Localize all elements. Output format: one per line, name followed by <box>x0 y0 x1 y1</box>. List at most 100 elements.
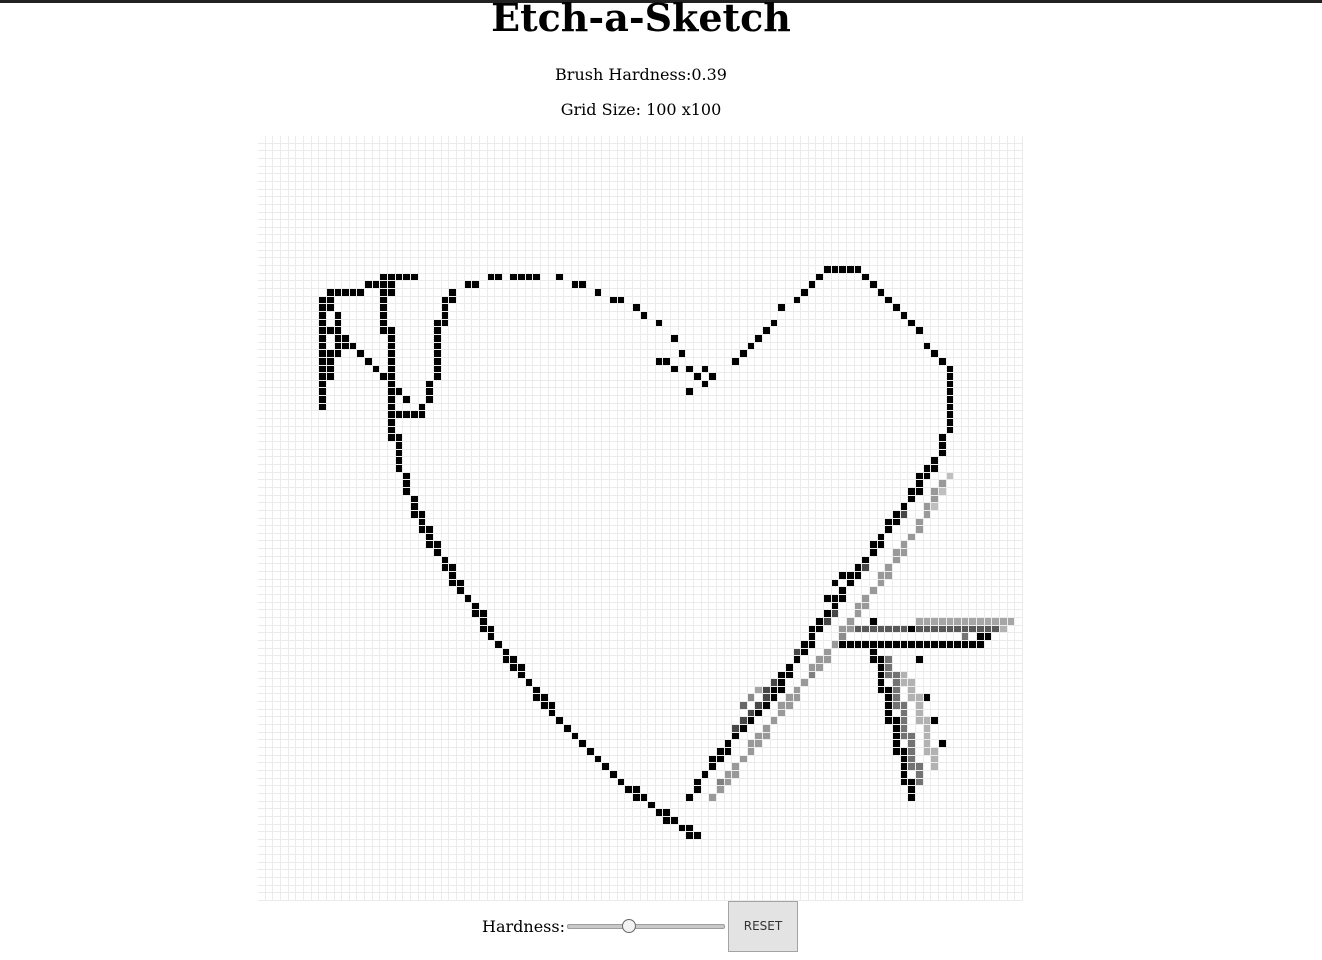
grid-cell[interactable] <box>870 450 878 458</box>
grid-cell[interactable] <box>457 404 465 412</box>
grid-cell[interactable] <box>985 251 993 259</box>
grid-cell[interactable] <box>709 274 717 282</box>
grid-cell[interactable] <box>1000 327 1008 335</box>
grid-cell[interactable] <box>434 213 442 221</box>
grid-cell[interactable] <box>380 480 388 488</box>
grid-cell[interactable] <box>656 297 664 305</box>
grid-cell[interactable] <box>740 411 748 419</box>
grid-cell[interactable] <box>304 496 312 504</box>
grid-cell[interactable] <box>273 404 281 412</box>
grid-cell[interactable] <box>266 381 274 389</box>
grid-cell[interactable] <box>763 251 771 259</box>
grid-cell[interactable] <box>663 357 672 366</box>
grid-cell[interactable] <box>350 205 358 213</box>
grid-cell[interactable] <box>495 228 503 236</box>
grid-cell[interactable] <box>595 235 603 243</box>
grid-cell[interactable] <box>1015 213 1023 221</box>
grid-cell[interactable] <box>809 159 817 167</box>
grid-cell[interactable] <box>579 190 587 198</box>
grid-cell[interactable] <box>1015 373 1023 381</box>
grid-cell[interactable] <box>924 266 932 274</box>
grid-cell[interactable] <box>641 511 649 519</box>
grid-cell[interactable] <box>579 304 587 312</box>
grid-cell[interactable] <box>472 350 480 358</box>
grid-cell[interactable] <box>1008 235 1016 243</box>
grid-cell[interactable] <box>572 457 580 465</box>
grid-cell[interactable] <box>572 442 580 450</box>
grid-cell[interactable] <box>556 350 564 358</box>
grid-cell[interactable] <box>962 220 970 228</box>
grid-cell[interactable] <box>648 174 656 182</box>
grid-cell[interactable] <box>533 190 541 198</box>
grid-cell[interactable] <box>564 465 572 473</box>
grid-cell[interactable] <box>977 366 985 374</box>
grid-cell[interactable] <box>633 144 641 152</box>
grid-cell[interactable] <box>289 457 297 465</box>
grid-cell[interactable] <box>556 289 564 297</box>
grid-cell[interactable] <box>457 457 465 465</box>
grid-cell[interactable] <box>893 396 901 404</box>
grid-cell[interactable] <box>931 167 939 175</box>
grid-cell[interactable] <box>908 465 916 473</box>
grid-cell[interactable] <box>862 511 870 519</box>
grid-cell[interactable] <box>518 450 526 458</box>
grid-cell[interactable] <box>916 457 924 465</box>
grid-cell[interactable] <box>587 228 595 236</box>
grid-cell[interactable] <box>962 243 970 251</box>
grid-cell[interactable] <box>855 274 863 282</box>
grid-cell[interactable] <box>296 320 304 328</box>
grid-cell[interactable] <box>350 411 358 419</box>
grid-cell[interactable] <box>442 381 450 389</box>
grid-cell[interactable] <box>794 381 802 389</box>
grid-cell[interactable] <box>510 465 518 473</box>
grid-cell[interactable] <box>794 457 802 465</box>
grid-cell[interactable] <box>610 396 618 404</box>
grid-cell[interactable] <box>602 457 610 465</box>
grid-cell[interactable] <box>686 289 694 297</box>
grid-cell[interactable] <box>702 235 710 243</box>
grid-cell[interactable] <box>457 312 465 320</box>
grid-cell[interactable] <box>549 327 557 335</box>
grid-cell[interactable] <box>526 197 534 205</box>
grid-cell[interactable] <box>755 197 763 205</box>
grid-cell[interactable] <box>564 358 572 366</box>
grid-cell[interactable] <box>694 251 702 259</box>
grid-cell[interactable] <box>931 243 939 251</box>
grid-cell[interactable] <box>969 289 977 297</box>
grid-cell[interactable] <box>885 381 893 389</box>
grid-cell[interactable] <box>312 281 320 289</box>
grid-cell[interactable] <box>778 320 786 328</box>
grid-cell[interactable] <box>962 327 970 335</box>
grid-cell[interactable] <box>748 373 756 381</box>
grid-cell[interactable] <box>855 213 863 221</box>
grid-cell[interactable] <box>870 473 878 481</box>
grid-cell[interactable] <box>579 266 587 274</box>
grid-cell[interactable] <box>595 396 603 404</box>
grid-cell[interactable] <box>587 450 595 458</box>
grid-cell[interactable] <box>969 366 977 374</box>
grid-cell[interactable] <box>931 411 939 419</box>
grid-cell[interactable] <box>403 159 411 167</box>
grid-cell[interactable] <box>862 335 870 343</box>
grid-cell[interactable] <box>388 235 396 243</box>
grid-cell[interactable] <box>1015 480 1023 488</box>
grid-cell[interactable] <box>954 335 962 343</box>
grid-cell[interactable] <box>839 228 847 236</box>
grid-cell[interactable] <box>602 182 610 190</box>
grid-cell[interactable] <box>258 258 266 266</box>
grid-cell[interactable] <box>258 366 266 374</box>
grid-cell[interactable] <box>816 396 824 404</box>
grid-cell[interactable] <box>326 365 335 374</box>
grid-cell[interactable] <box>526 228 534 236</box>
grid-cell[interactable] <box>939 190 947 198</box>
grid-cell[interactable] <box>380 511 388 519</box>
grid-cell[interactable] <box>771 496 779 504</box>
grid-cell[interactable] <box>962 350 970 358</box>
grid-cell[interactable] <box>380 213 388 221</box>
grid-cell[interactable] <box>847 320 855 328</box>
grid-cell[interactable] <box>549 312 557 320</box>
grid-cell[interactable] <box>985 174 993 182</box>
grid-cell[interactable] <box>969 182 977 190</box>
grid-cell[interactable] <box>365 220 373 228</box>
grid-cell[interactable] <box>663 350 671 358</box>
